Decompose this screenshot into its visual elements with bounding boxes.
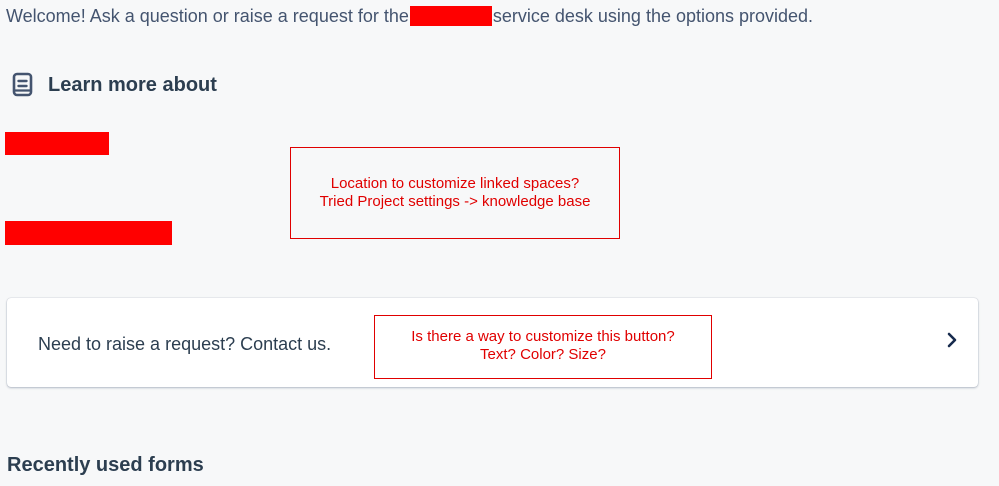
annotation-line: Is there a way to customize this button?	[411, 328, 675, 345]
book-icon	[12, 72, 33, 97]
welcome-suffix: service desk using the options provided.	[492, 6, 814, 26]
recently-used-forms-heading: Recently used forms	[7, 454, 204, 476]
knowledge-base-link[interactable]	[5, 221, 172, 245]
chevron-right-icon	[947, 332, 957, 348]
learn-more-title: Learn more about	[48, 73, 217, 96]
learn-more-header: Learn more about	[12, 72, 217, 98]
annotation-line: Text? Color? Size?	[480, 346, 606, 363]
annotation-button: Is there a way to customize this button?…	[374, 315, 712, 379]
welcome-prefix: Welcome! Ask a question or raise a reque…	[6, 6, 409, 26]
contact-us-label: Need to raise a request? Contact us.	[38, 334, 332, 354]
knowledge-base-link[interactable]	[5, 132, 109, 155]
annotation-line: Location to customize linked spaces?	[330, 175, 580, 192]
annotation-linked-spaces: Location to customize linked spaces? Tri…	[290, 147, 620, 239]
redacted-project-name	[409, 6, 492, 26]
annotation-line: Tried Project settings -> knowledge base	[319, 193, 591, 210]
welcome-message: Welcome! Ask a question or raise a reque…	[6, 5, 813, 27]
